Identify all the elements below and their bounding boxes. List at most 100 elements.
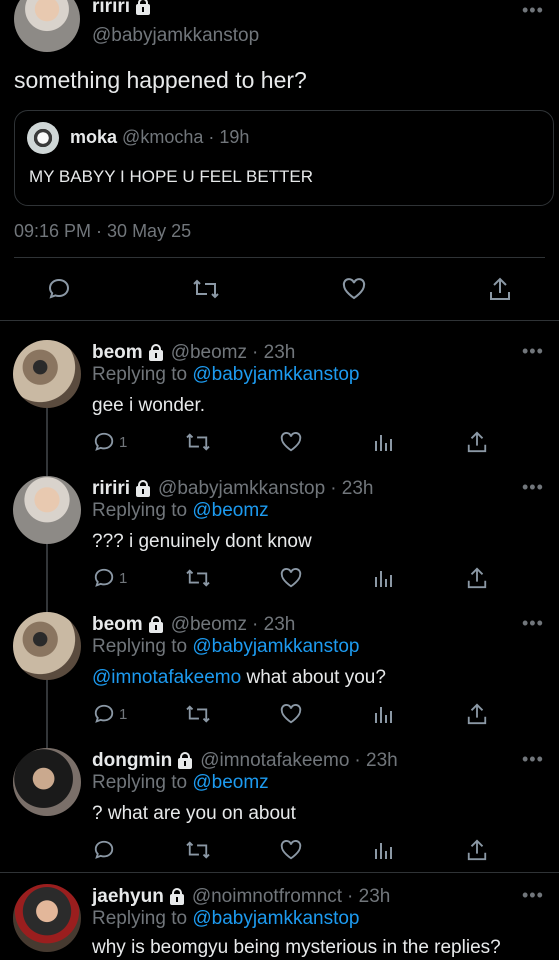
heart-icon [280, 704, 302, 724]
like-button[interactable] [279, 431, 303, 453]
reply-text: gee i wonder. [92, 395, 206, 416]
lock-icon [147, 616, 165, 634]
reply-text: why is beomgyu being mysterious in the r… [92, 937, 501, 958]
like-button[interactable] [279, 703, 303, 725]
retweet-button[interactable] [192, 277, 220, 301]
author-handle[interactable]: @babyjamkkanstop [158, 478, 325, 500]
replying-to-link[interactable]: @beomz [192, 772, 268, 793]
tweet-time: · 23h [347, 886, 391, 907]
more-options-icon[interactable]: ••• [522, 0, 544, 21]
share-icon [490, 277, 510, 300]
reply-button[interactable]: 1 [93, 431, 127, 453]
like-button[interactable] [279, 567, 303, 589]
analytics-icon [375, 707, 392, 723]
lock-icon [134, 480, 152, 498]
author-handle[interactable]: @beomz [171, 614, 247, 636]
thread-line [46, 408, 48, 480]
author-name[interactable]: ririri [92, 0, 130, 18]
divider [0, 872, 559, 873]
heart-icon [280, 840, 302, 860]
mention-link[interactable]: @imnotafakeemo [92, 667, 241, 688]
heart-icon [280, 568, 302, 588]
avatar[interactable] [13, 476, 81, 544]
share-button[interactable] [466, 566, 488, 590]
more-options-icon[interactable]: ••• [522, 749, 544, 770]
avatar[interactable] [13, 340, 81, 408]
more-options-icon[interactable]: ••• [522, 885, 544, 906]
replying-to-label: Replying to [92, 364, 188, 385]
quote-author-handle: @kmocha [122, 127, 204, 147]
share-button[interactable] [466, 430, 488, 454]
analytics-icon [375, 571, 392, 587]
author-handle[interactable]: @noimnotfromnct [192, 886, 342, 908]
quote-text: MY BABYY I HOPE U FEEL BETTER [29, 167, 314, 186]
avatar[interactable] [13, 612, 81, 680]
more-options-icon[interactable]: ••• [522, 341, 544, 362]
views-button[interactable] [373, 431, 395, 453]
more-options-icon[interactable]: ••• [522, 477, 544, 498]
heart-icon [342, 278, 366, 300]
share-button[interactable] [466, 838, 488, 862]
author-name[interactable]: beom [92, 342, 143, 364]
divider [14, 257, 545, 258]
quote-tweet-card[interactable]: moka @kmocha · 19h MY BABYY I HOPE U FEE… [14, 110, 554, 206]
retweet-icon [186, 705, 210, 723]
analytics-icon [375, 843, 392, 859]
author-name[interactable]: dongmin [92, 750, 172, 772]
divider [0, 320, 559, 321]
quote-author-name: moka [70, 127, 118, 147]
retweet-icon [186, 433, 210, 451]
views-button[interactable] [373, 567, 395, 589]
retweet-button[interactable] [185, 703, 211, 725]
author-name[interactable]: jaehyun [92, 886, 164, 908]
tweet-time: · 23h [252, 614, 296, 635]
retweet-button[interactable] [185, 431, 211, 453]
replying-to-label: Replying to [92, 500, 188, 521]
replying-to-link[interactable]: @beomz [192, 500, 268, 521]
heart-icon [280, 432, 302, 452]
replying-to-label: Replying to [92, 908, 188, 929]
share-icon [467, 567, 487, 589]
reply-icon [94, 704, 114, 723]
replying-to-link[interactable]: @babyjamkkanstop [192, 908, 359, 929]
thread-line [46, 544, 48, 616]
reply-icon [94, 840, 114, 859]
replying-to-link[interactable]: @babyjamkkanstop [192, 364, 359, 385]
share-icon [467, 703, 487, 725]
retweet-button[interactable] [185, 567, 211, 589]
share-button[interactable] [488, 276, 512, 302]
share-button[interactable] [466, 702, 488, 726]
author-name[interactable]: beom [92, 614, 143, 636]
reply-icon [94, 568, 114, 587]
quote-time: · 19h [208, 127, 250, 147]
reply-count: 1 [119, 705, 128, 723]
reply-text: what about you? [246, 667, 386, 688]
avatar[interactable] [13, 884, 81, 952]
tweet-time: · 23h [354, 750, 398, 771]
like-button[interactable] [279, 839, 303, 861]
reply-icon [94, 432, 114, 451]
lock-icon [147, 344, 165, 362]
share-icon [467, 431, 487, 453]
more-options-icon[interactable]: ••• [522, 613, 544, 634]
reply-button[interactable]: 1 [93, 567, 127, 589]
views-button[interactable] [373, 703, 395, 725]
reply-text: ??? i genuinely dont know [92, 531, 312, 552]
like-button[interactable] [341, 277, 367, 301]
retweet-icon [186, 841, 210, 859]
share-icon [467, 839, 487, 861]
avatar[interactable] [14, 0, 80, 52]
author-handle[interactable]: @beomz [171, 342, 247, 364]
retweet-button[interactable] [185, 839, 211, 861]
reply-count: 1 [119, 569, 128, 587]
author-handle[interactable]: @imnotafakeemo [200, 750, 349, 772]
reply-button[interactable] [93, 839, 119, 861]
replying-to-link[interactable]: @babyjamkkanstop [192, 636, 359, 657]
avatar[interactable] [13, 748, 81, 816]
views-button[interactable] [373, 839, 395, 861]
author-handle[interactable]: @babyjamkkanstop [92, 25, 259, 47]
reply-button[interactable]: 1 [93, 703, 127, 725]
author-name[interactable]: ririri [92, 478, 130, 500]
reply-button[interactable] [47, 277, 71, 301]
tweet-time: · 23h [252, 342, 296, 363]
